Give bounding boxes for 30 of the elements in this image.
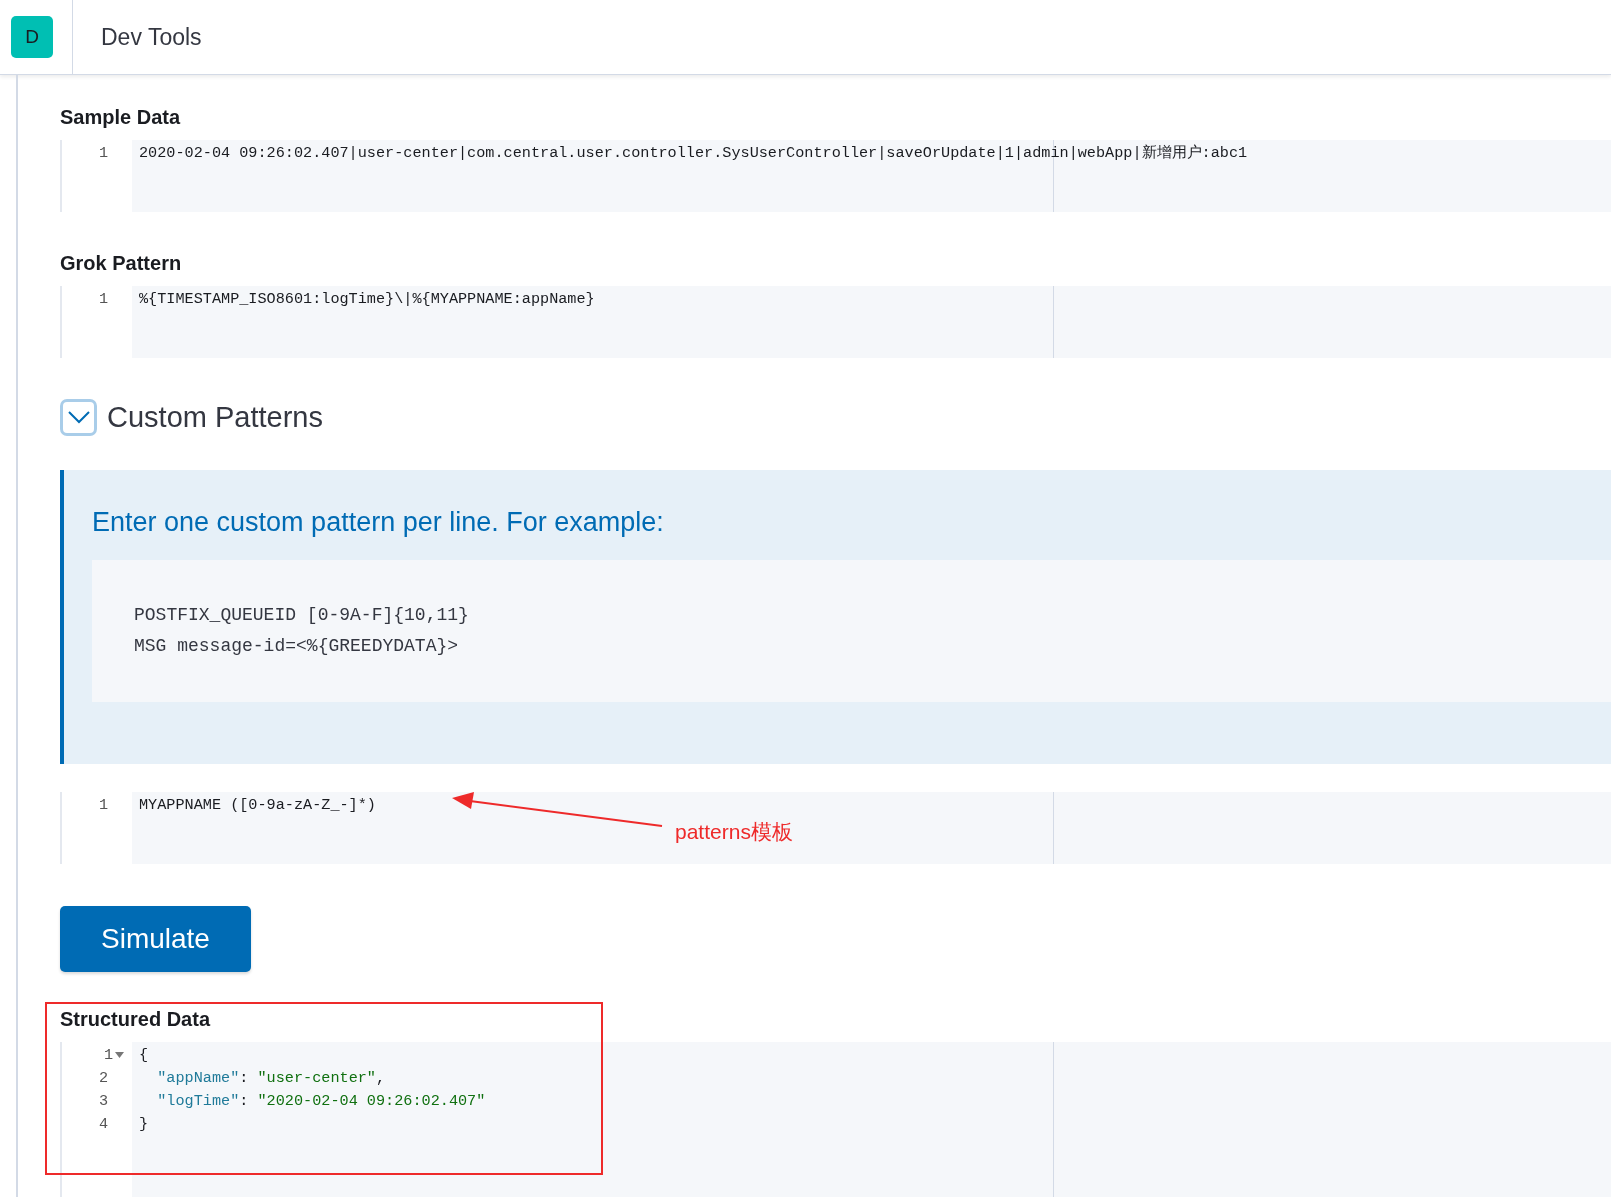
code-line: POSTFIX_QUEUEID [0-9A-F]{10,11} bbox=[134, 604, 470, 627]
code-line: 2020-02-04 09:26:02.407|user-center|com.central.user.controller.SysUserController|saveOrUpdate|1|admin|webApp|新增用户:abc1 bbox=[139, 143, 1248, 164]
section-label: Structured Data bbox=[60, 1007, 212, 1032]
line-number: 2 bbox=[97, 1068, 109, 1089]
section-label: Sample Data bbox=[60, 105, 182, 130]
line-number: 1 bbox=[62, 1044, 132, 1067]
app-logo[interactable]: D bbox=[11, 16, 53, 58]
page-title: Dev Tools bbox=[101, 22, 202, 52]
code-editor[interactable]: 2020-02-04 09:26:02.407|user-center|com.central.user.controller.SysUserController|saveOrUpdate|1|admin|webApp|新增用户:abc1 bbox=[132, 140, 1611, 212]
code-line: "logTime": "2020-02-04 09:26:02.407" bbox=[156, 1091, 486, 1112]
simulate-button[interactable]: Simulate bbox=[60, 906, 251, 972]
chevron-icon[interactable] bbox=[60, 399, 97, 437]
code-line: %{TIMESTAMP_ISO8601:logTime}\|%{MYAPPNAME:appName} bbox=[139, 289, 595, 310]
section-title: Custom Patterns bbox=[107, 400, 323, 435]
annotation-text: patterns模板 bbox=[675, 819, 793, 845]
code-line: MYAPPNAME ([0-9a-zA-Z_-]*) bbox=[139, 795, 376, 816]
code-line: { bbox=[139, 1045, 149, 1066]
code-line: } bbox=[139, 1114, 149, 1135]
line-number: 1 bbox=[97, 289, 109, 310]
line-number: 3 bbox=[97, 1091, 109, 1112]
code-line: "appName": "user-center", bbox=[156, 1068, 386, 1089]
section-label: Grok Pattern bbox=[60, 251, 183, 276]
fold-icon[interactable] bbox=[115, 1052, 124, 1058]
callout-title: Enter one custom pattern per line. For example: bbox=[92, 505, 665, 539]
code-editor[interactable]: %{TIMESTAMP_ISO8601:logTime}\|%{MYAPPNAME:appName} bbox=[132, 286, 1611, 358]
line-number: 4 bbox=[97, 1114, 109, 1135]
line-number: 1 bbox=[97, 795, 109, 816]
code-editor[interactable]: { "appName": "user-center", "logTime": "2020-02-04 09:26:02.407" } bbox=[132, 1042, 1611, 1197]
line-number: 1 bbox=[97, 143, 109, 164]
code-line: MSG message-id=<%{GREEDYDATA}> bbox=[134, 635, 460, 658]
